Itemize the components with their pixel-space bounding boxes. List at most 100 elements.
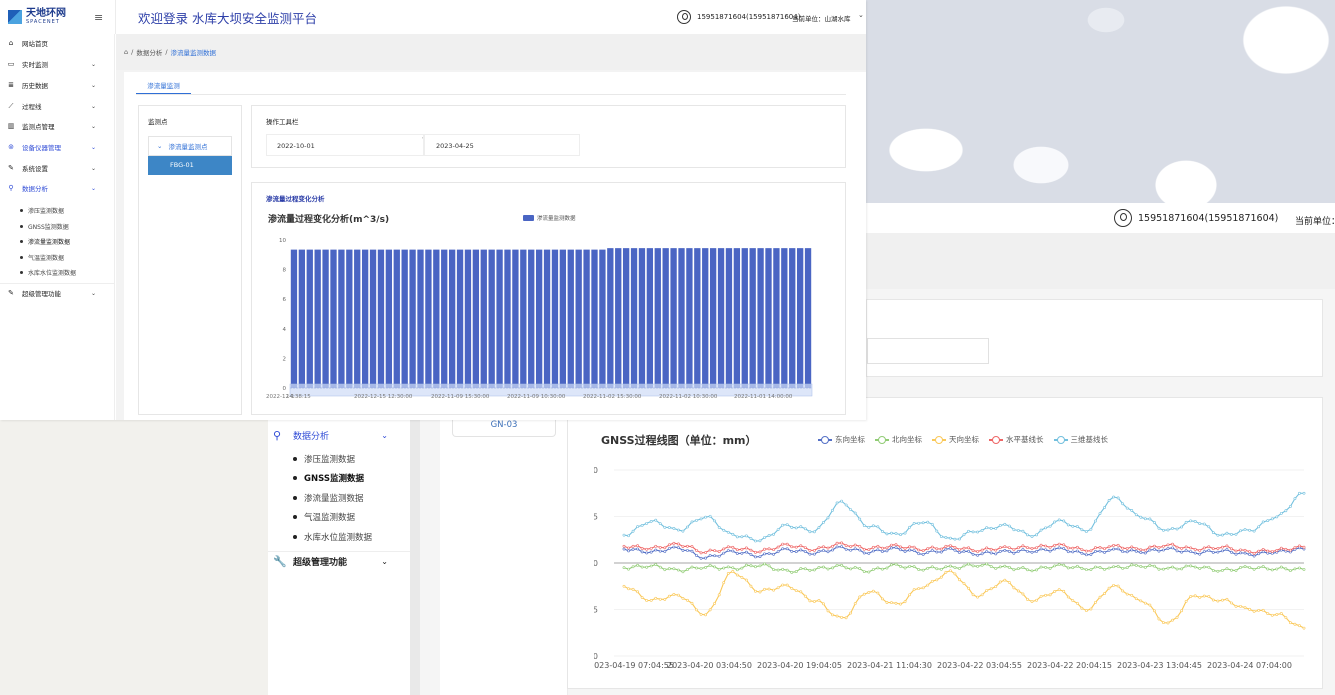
series-point	[1026, 533, 1029, 537]
series-point	[677, 546, 680, 550]
avatar-icon[interactable]	[1114, 209, 1132, 227]
gnss-legend-item[interactable]: 水平基线长	[989, 434, 1044, 445]
sidebar-item-home[interactable]: ⌂ 网站首页	[0, 35, 115, 51]
series-point	[627, 549, 630, 553]
seepage-bar-chart[interactable]: 02468102022-12-114:38:15 2022-12-15 12:30…	[262, 232, 822, 407]
gnss-legend-item[interactable]: 三维基线长	[1053, 434, 1109, 445]
back-user-info[interactable]: 15951871604(15951871604)	[1114, 209, 1278, 227]
series-point	[767, 547, 771, 551]
bar	[686, 248, 693, 388]
series-point	[1139, 551, 1143, 554]
series-point	[763, 552, 766, 556]
series-point	[880, 597, 884, 601]
series-point	[1211, 598, 1215, 602]
logo[interactable]: 天地环网 SPACENET	[8, 9, 66, 25]
series-point	[858, 544, 862, 548]
bar	[607, 248, 614, 388]
sidebar-item-realtime[interactable]: ▭ 实时监测 ⌄	[0, 56, 115, 72]
submenu-item-temperature[interactable]: 气温监测数据	[20, 250, 76, 266]
series-point	[948, 544, 952, 548]
submenu-item-gnss[interactable]: GNSS监测数据	[20, 219, 76, 235]
submenu-item-seepage-pressure[interactable]: 渗压监测数据	[20, 203, 76, 219]
end-date-input[interactable]: 2023-04-25	[424, 134, 580, 156]
back-menu-super-admin[interactable]: 🔧 超级管理功能 ⌄	[268, 550, 410, 569]
series-point	[876, 544, 880, 548]
series-point	[971, 549, 975, 552]
series-point	[944, 547, 948, 551]
series-point	[767, 534, 771, 537]
chevron-down-icon[interactable]: ⌄	[858, 11, 864, 19]
bar	[314, 249, 321, 388]
gnss-legend-item[interactable]: 北向坐标	[875, 434, 922, 445]
series-point	[726, 565, 730, 569]
series-point	[781, 547, 785, 551]
user-info[interactable]: 15951871604(15951871604)	[677, 10, 800, 24]
y-tick-label: 0	[283, 386, 287, 392]
series-point	[1207, 565, 1211, 569]
series-point	[935, 529, 939, 533]
bar	[464, 249, 472, 388]
back-submenu-item-active[interactable]: GNSS监测数据	[293, 469, 410, 489]
submenu-item-water-level[interactable]: 水库水位监测数据	[20, 265, 76, 281]
series-point	[835, 563, 839, 567]
back-current-unit[interactable]: 当前单位：山湖水库	[1295, 214, 1335, 227]
tab-seepage-flow[interactable]: 渗流量监测	[136, 80, 191, 94]
home-icon[interactable]: ⌂	[124, 48, 128, 56]
avatar-icon[interactable]	[677, 10, 691, 24]
legend-label: 三维基线长	[1070, 435, 1109, 444]
breadcrumb-item[interactable]: 数据分析	[136, 47, 162, 57]
tree-node-fbg01[interactable]: FBG-01	[148, 156, 232, 175]
start-date-input[interactable]: 2022-10-01	[266, 134, 424, 156]
series-point	[690, 549, 694, 553]
series-point	[790, 549, 794, 553]
menu-toggle-icon[interactable]: ≡	[94, 11, 103, 24]
series-point	[767, 552, 771, 555]
back-date-box[interactable]	[867, 338, 989, 364]
chart-legend[interactable]: 渗流量监测数据	[523, 214, 576, 222]
series-point	[962, 550, 966, 553]
series-point	[776, 545, 780, 549]
sidebar-item-process-line[interactable]: ⟋ 过程线 ⌄	[0, 98, 115, 114]
series-point	[935, 567, 939, 571]
gnss-legend-item[interactable]: 天向坐标	[932, 434, 979, 445]
back-submenu-item[interactable]: 气温监测数据	[293, 508, 410, 528]
series-point	[994, 527, 998, 530]
series-point	[681, 548, 685, 552]
series-point	[948, 564, 952, 568]
series-point	[890, 601, 893, 605]
series-point	[677, 593, 680, 597]
back-submenu-item[interactable]: 渗压监测数据	[293, 449, 410, 469]
back-menu-data-analysis[interactable]: ⚲ 数据分析 ⌄	[268, 427, 410, 443]
series-point	[1257, 566, 1261, 570]
sidebar-item-data-analysis[interactable]: ⚲ 数据分析 ⌄	[0, 180, 115, 196]
series-point	[1207, 525, 1211, 529]
series-point	[976, 565, 980, 568]
series-point	[917, 568, 921, 571]
back-submenu-item[interactable]: 渗流量监测数据	[293, 488, 410, 508]
sidebar-item-super-admin[interactable]: ✎ 超级管理功能 ⌄	[0, 285, 115, 301]
x-tick-label: 2023-04-20 19:04:05	[757, 661, 842, 670]
back-submenu-item[interactable]: 水库水位监测数据	[293, 527, 410, 547]
bar	[385, 249, 393, 388]
tree-group-seepage-points[interactable]: ⌄ 渗流量监测点	[148, 136, 232, 156]
series-point	[713, 519, 717, 523]
sidebar-item-history[interactable]: ≣ 历史数据 ⌄	[0, 77, 115, 93]
sidebar-item-devices[interactable]: ⊚ 设备仪器管理 ⌄	[0, 139, 115, 155]
series-point	[939, 535, 943, 538]
current-unit[interactable]: 当前单位：山湖水库	[792, 13, 851, 23]
series-point	[908, 548, 912, 552]
sidebar-item-settings[interactable]: ✎ 系统设置 ⌄	[0, 160, 115, 176]
series-point	[1162, 548, 1165, 552]
gnss-legend-item[interactable]: 东向坐标	[818, 434, 865, 445]
series-point	[903, 600, 907, 604]
sidebar-item-points[interactable]: ▥ 监测点管理 ⌄	[0, 118, 115, 134]
series-point	[708, 608, 712, 612]
gnss-line-chart[interactable]: 10 5 0 -5 -102023-04-19 07:04:552023-04-20 0…	[594, 458, 1314, 673]
submenu-item-seepage-flow[interactable]: 渗流量监测数据	[20, 234, 76, 250]
back-sidemenu: ⚲ 数据分析 ⌄ 渗压监测数据 GNSS监测数据 渗流量监测数据 气温监测数据 …	[268, 427, 410, 569]
series-point	[1153, 544, 1156, 548]
series-point	[1193, 565, 1197, 569]
series-point	[1039, 594, 1043, 598]
series-point	[894, 543, 898, 547]
series-point	[844, 503, 848, 507]
